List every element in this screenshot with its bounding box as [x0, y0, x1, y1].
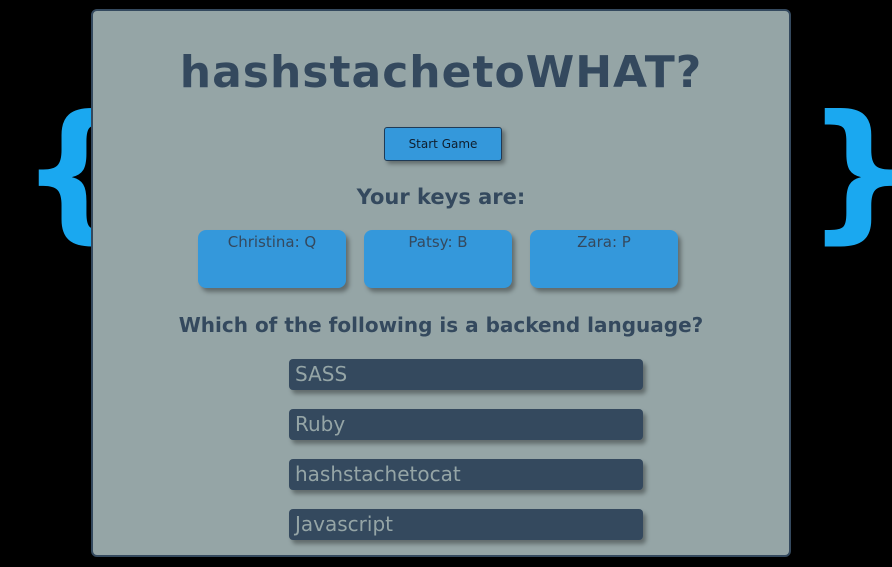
player-card-christina: Christina: Q	[198, 230, 346, 288]
answer-option-hashstachetocat[interactable]: hashstachetocat	[289, 459, 643, 490]
right-curly-brace-decoration: }	[806, 96, 892, 246]
game-board: hashstachetoWHAT? Start Game Your keys a…	[91, 9, 791, 557]
answer-option-sass[interactable]: SASS	[289, 359, 643, 390]
answer-option-javascript[interactable]: Javascript	[289, 509, 643, 540]
answer-option-ruby[interactable]: Ruby	[289, 409, 643, 440]
player-card-zara: Zara: P	[530, 230, 678, 288]
start-game-button[interactable]: Start Game	[384, 127, 502, 161]
player-key-label: Zara: P	[577, 233, 631, 251]
keys-heading: Your keys are:	[356, 185, 526, 209]
player-card-patsy: Patsy: B	[364, 230, 512, 288]
question-text: Which of the following is a backend lang…	[178, 313, 704, 337]
player-key-label: Christina: Q	[227, 233, 317, 251]
game-title: hashstachetoWHAT?	[179, 47, 703, 98]
player-key-label: Patsy: B	[408, 233, 468, 251]
